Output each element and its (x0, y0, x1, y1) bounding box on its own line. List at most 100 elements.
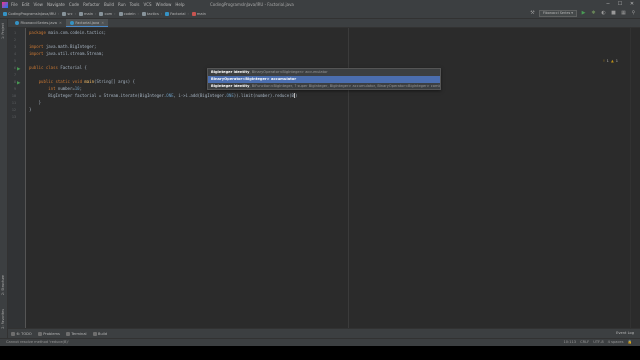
status-widgets: 10:113 CRLF UTF-8 4 spaces 🔓 (563, 340, 632, 344)
code-line[interactable]: } (29, 100, 41, 105)
tab-fibonacci-series[interactable]: FibonacciSeries.java ✕ (11, 19, 66, 27)
stop-icon[interactable]: ■ (610, 10, 617, 17)
caret-position[interactable]: 10:113 (563, 340, 576, 344)
menu-item[interactable]: File (11, 2, 18, 7)
tab-label: FibonacciSeries.java (20, 21, 57, 25)
parameter-rest: , BiFunction<BigInteger, ? super BigInte… (249, 84, 440, 88)
menu-items: File Edit View Navigate Code Refactor Build Run… (11, 2, 189, 7)
menu-item[interactable]: Tools (130, 2, 140, 7)
parameter-highlight: BigInteger identity (211, 84, 250, 88)
error-count-icon: ! (603, 59, 605, 63)
breadcrumb-item[interactable]: main (191, 11, 206, 16)
run-configuration-select[interactable]: Fibonacci Series ▾ (538, 10, 577, 17)
project-tool-button[interactable]: 1: Project (1, 23, 5, 39)
code-token: public class (29, 65, 61, 70)
minimize-icon[interactable]: ─ (602, 1, 614, 8)
breadcrumb-label: Factorial (170, 11, 186, 16)
right-tool-strip (630, 28, 640, 328)
event-log-button[interactable]: Event Log (616, 331, 634, 335)
debug-icon[interactable]: ✱ (590, 10, 597, 17)
chevron-right-icon: › (187, 11, 189, 16)
code-line[interactable]: import java.util.stream.Stream; (29, 51, 104, 56)
signature-option[interactable]: BigInteger identity, BiFunction<BigInteg… (208, 83, 440, 90)
favorites-tool-button[interactable]: 2: Favorites (1, 309, 5, 329)
line-separator[interactable]: CRLF (580, 340, 589, 344)
code-line[interactable]: import java.math.BigInteger; (29, 44, 96, 49)
menu-item[interactable]: Code (69, 2, 79, 7)
code-token: main.com.codein.tactics; (48, 30, 107, 35)
close-icon[interactable]: ✕ (626, 1, 638, 8)
breadcrumb-item[interactable]: src › (62, 11, 77, 16)
tool-label: Build (98, 331, 108, 336)
chevron-right-icon: › (74, 11, 77, 16)
intellij-logo-icon (2, 1, 8, 8)
code-line[interactable]: BigInteger factorial = Stream.iterate(Bi… (29, 93, 297, 98)
code-token: int (29, 86, 58, 91)
signature-option[interactable]: BigInteger identity, BinaryOperator<BigI… (208, 69, 440, 76)
tool-label: 6: TODO (16, 331, 32, 336)
folder-icon (141, 11, 146, 16)
problems-tool-button[interactable]: Problems (37, 331, 60, 336)
todo-tool-button[interactable]: 6: TODO (11, 331, 32, 336)
project-structure-icon[interactable]: ▦ (620, 10, 627, 17)
menu-item[interactable]: Run (118, 2, 126, 7)
code-token: ONE (166, 93, 174, 98)
run-class-icon[interactable]: ▶ (17, 67, 22, 72)
menu-item[interactable]: VCS (144, 2, 152, 7)
code-line[interactable]: } (29, 107, 31, 112)
run-main-icon[interactable]: ▶ (17, 81, 22, 86)
lock-icon[interactable]: 🔓 (628, 340, 632, 344)
line-number: 3 (13, 45, 16, 49)
chevron-right-icon: › (114, 11, 116, 16)
close-icon[interactable]: ✕ (59, 21, 62, 25)
folder-icon (62, 11, 67, 16)
code-line[interactable]: int number=10; (29, 86, 82, 91)
toolbar: ⚒ Fibonacci Series ▾ ▶ ✱ ◐ ■ ▦ ⚲ (529, 10, 637, 17)
close-icon[interactable]: ✕ (101, 21, 104, 25)
run-icon[interactable]: ▶ (580, 10, 587, 17)
line-number: 2 (13, 38, 16, 42)
menu-item[interactable]: Help (175, 2, 184, 7)
breadcrumb-item[interactable]: codein › (118, 11, 139, 16)
signature-option[interactable]: BinaryOperator<BigInteger> accumulator (208, 76, 440, 83)
breadcrumb-item[interactable]: Factorial › (165, 11, 189, 16)
letterbox-band (0, 346, 640, 360)
editor-gutter[interactable]: ▶ ▶ 1 2 3 4 5 6 7 8 9 10 11 12 13 (8, 28, 26, 328)
code-token: ONE (226, 93, 234, 98)
menu-item[interactable]: Build (104, 2, 114, 7)
file-encoding[interactable]: UTF-8 (593, 340, 603, 344)
tab-factorial[interactable]: Factorial.java ✕ (65, 19, 109, 27)
menu-bar: File Edit View Navigate Code Refactor Build Run… (0, 0, 640, 9)
maximize-icon[interactable]: ☐ (614, 1, 626, 8)
breadcrumb-item[interactable]: tactics › (141, 11, 162, 16)
inspection-widget[interactable]: ! 1 ▲ 1 (603, 59, 618, 63)
menu-item[interactable]: Edit (22, 2, 30, 7)
search-icon[interactable]: ⚲ (630, 10, 637, 17)
structure-tool-button[interactable]: 2: Structure (1, 275, 5, 295)
indent-setting[interactable]: 4 spaces (608, 340, 624, 344)
menu-item[interactable]: Window (156, 2, 172, 7)
menu-item[interactable]: Refactor (83, 2, 100, 7)
line-number: 8 (13, 80, 16, 84)
code-line[interactable]: public static void main(String[] args) { (29, 79, 135, 84)
build-tool-button[interactable]: Build (92, 331, 108, 336)
code-token: Factorial { (60, 65, 87, 70)
line-number: 13 (11, 115, 16, 119)
coverage-icon[interactable]: ◐ (600, 10, 607, 17)
breadcrumb-item[interactable]: main › (79, 11, 96, 16)
warning-count: 1 (615, 59, 618, 63)
code-line[interactable]: package main.com.codein.tactics; (29, 30, 106, 35)
parameter-rest: , BinaryOperator<BigInteger> accumulator (249, 70, 328, 74)
breadcrumb-item[interactable]: CodingProgramsInJava/IRU › (3, 11, 59, 16)
breadcrumb-label: src (67, 11, 73, 16)
hammer-icon[interactable]: ⚒ (529, 10, 536, 17)
terminal-tool-button[interactable]: Terminal (65, 331, 87, 336)
code-line[interactable]: public class Factorial { (29, 65, 87, 70)
code-token: import (29, 51, 46, 56)
menu-item[interactable]: View (33, 2, 43, 7)
parameter-info-popup[interactable]: BigInteger identity , BinaryOperator<BigI… (207, 68, 441, 90)
warning-count-icon: ▲ (610, 59, 614, 63)
menu-item[interactable]: Navigate (47, 2, 65, 7)
breadcrumb-label: main (196, 11, 206, 16)
breadcrumb-item[interactable]: com › (99, 11, 116, 16)
